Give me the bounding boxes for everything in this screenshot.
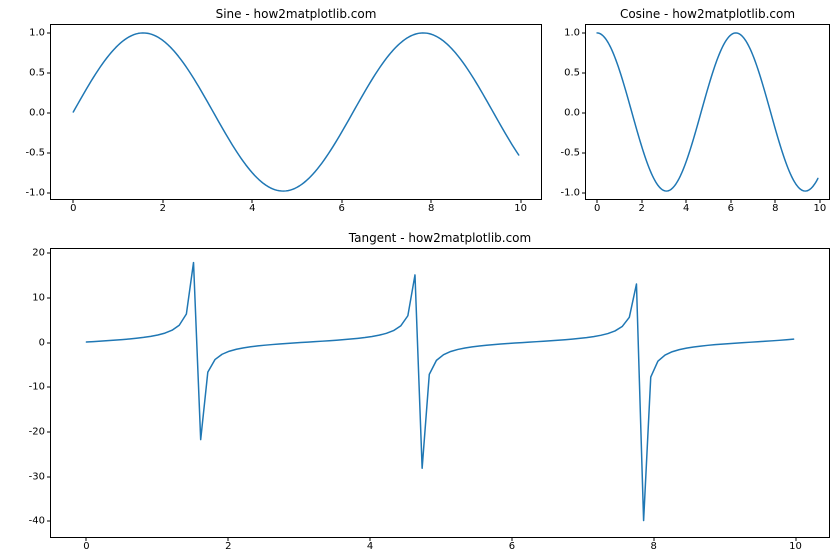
xtick-mark (795, 537, 796, 541)
xtick-mark (228, 537, 229, 541)
figure: Sine - how2matplotlib.com -1.0-0.50.00.5… (0, 0, 840, 560)
xtick-mark (511, 537, 512, 541)
xtick-mark (341, 199, 342, 203)
ytick-mark (47, 387, 51, 388)
ytick-mark (47, 113, 51, 114)
xtick-mark (520, 199, 521, 203)
ytick-mark (47, 73, 51, 74)
xtick-mark (641, 199, 642, 203)
ytick-mark (582, 33, 586, 34)
xtick-mark (597, 199, 598, 203)
ytick-mark (47, 476, 51, 477)
ytick-mark (582, 73, 586, 74)
xtick-mark (370, 537, 371, 541)
ytick-mark (582, 193, 586, 194)
ytick-mark (47, 193, 51, 194)
xtick-mark (819, 199, 820, 203)
line-tangent (86, 263, 793, 521)
plot-area (586, 25, 829, 199)
ytick-mark (47, 298, 51, 299)
plot-area (51, 249, 829, 537)
ytick-mark (47, 342, 51, 343)
xtick-mark (86, 537, 87, 541)
chart-title: Cosine - how2matplotlib.com (586, 7, 829, 21)
ytick-mark (47, 431, 51, 432)
xtick-mark (73, 199, 74, 203)
subplot-tangent: Tangent - how2matplotlib.com -40-30-20-1… (50, 248, 830, 538)
xtick-mark (653, 537, 654, 541)
ytick-mark (47, 253, 51, 254)
ytick-mark (582, 153, 586, 154)
xtick-mark (730, 199, 731, 203)
ytick-mark (47, 521, 51, 522)
xtick-mark (686, 199, 687, 203)
subplot-cosine: Cosine - how2matplotlib.com -1.0-0.50.00… (585, 24, 830, 200)
plot-area (51, 25, 541, 199)
ytick-mark (582, 113, 586, 114)
xtick-mark (431, 199, 432, 203)
line-cosine (597, 33, 818, 191)
xtick-mark (775, 199, 776, 203)
xtick-mark (162, 199, 163, 203)
chart-title: Sine - how2matplotlib.com (51, 7, 541, 21)
line-sine (73, 33, 518, 191)
xtick-mark (252, 199, 253, 203)
ytick-mark (47, 33, 51, 34)
subplot-sine: Sine - how2matplotlib.com -1.0-0.50.00.5… (50, 24, 542, 200)
chart-title: Tangent - how2matplotlib.com (51, 231, 829, 245)
ytick-mark (47, 153, 51, 154)
